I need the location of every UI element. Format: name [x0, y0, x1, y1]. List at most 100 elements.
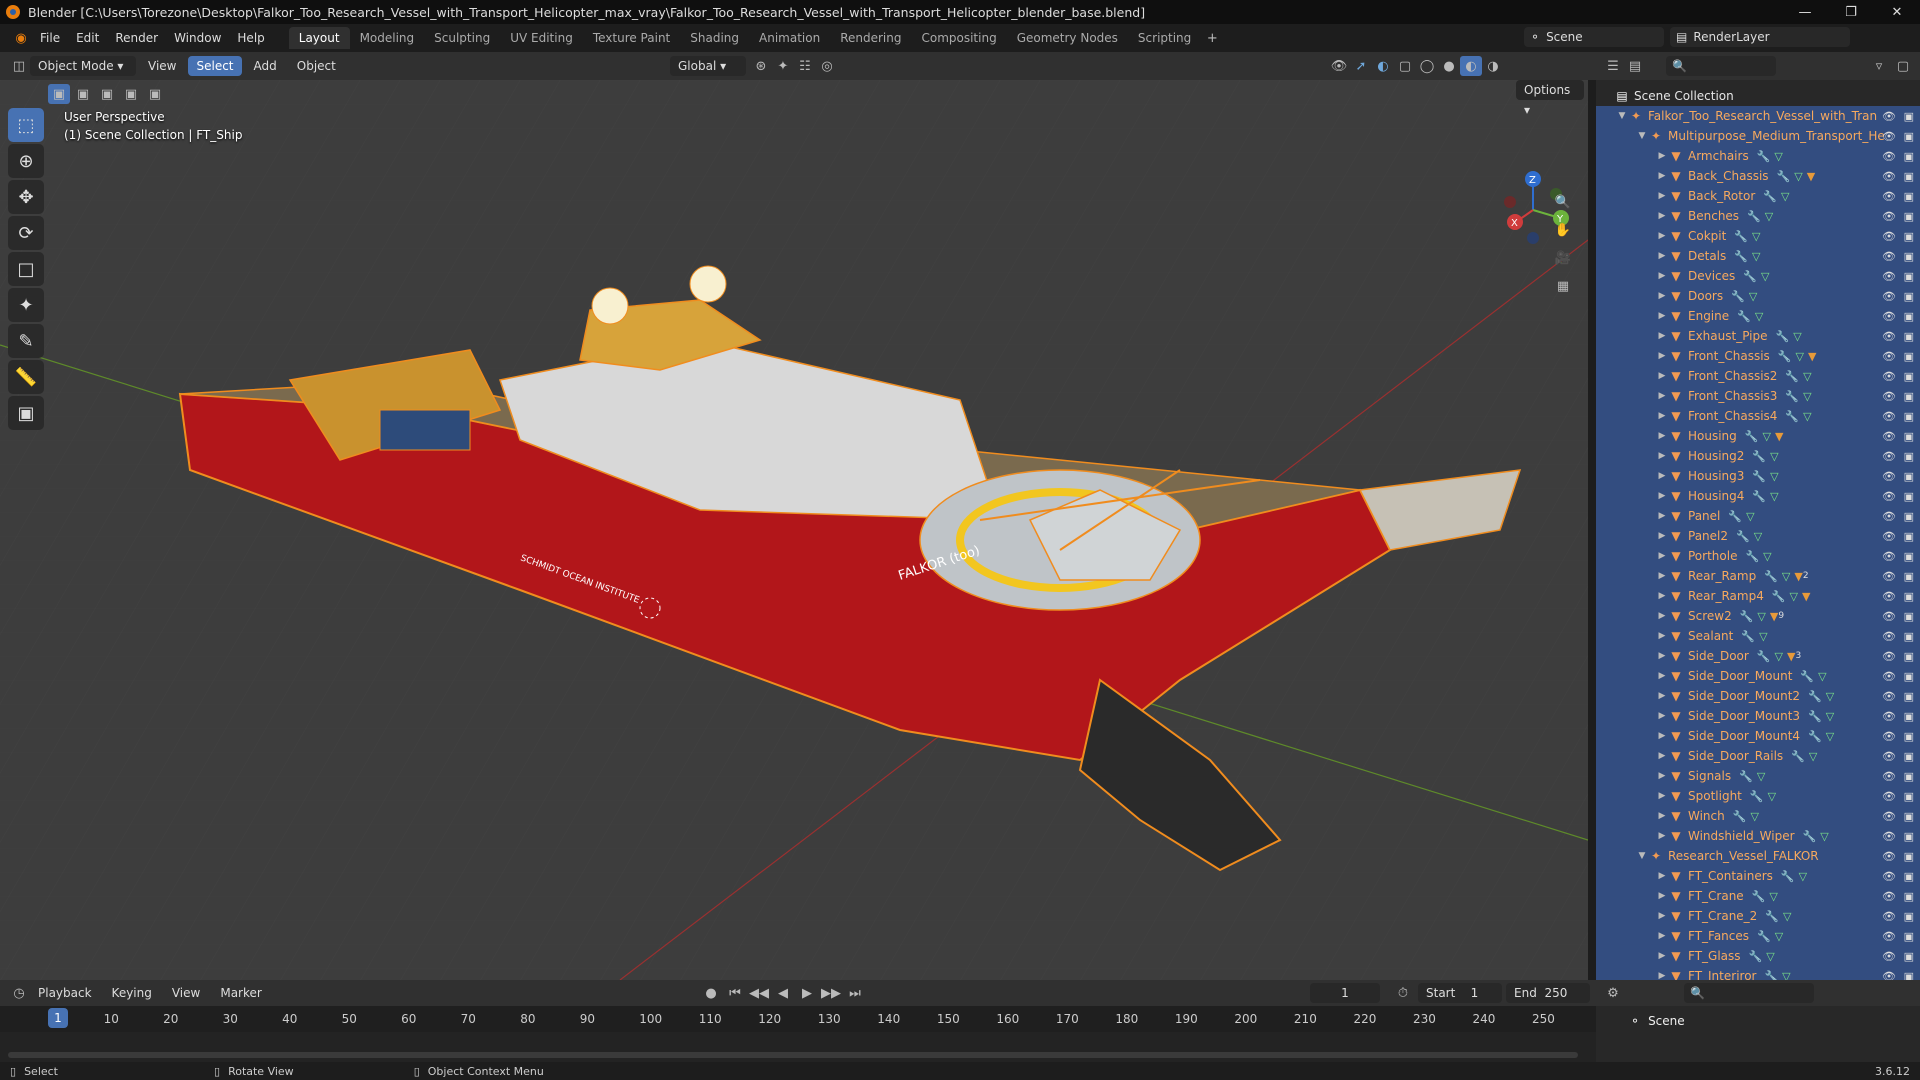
camera-icon[interactable]: ▣: [1904, 210, 1914, 223]
expand-arrow-icon[interactable]: ▶: [1656, 171, 1668, 181]
camera-icon[interactable]: ▣: [1904, 130, 1914, 143]
timeline-view-menu[interactable]: View: [164, 983, 208, 1003]
cursor-tool-icon[interactable]: ⊕: [8, 144, 44, 178]
camera-icon[interactable]: ▣: [1904, 150, 1914, 163]
outliner-search-input[interactable]: 🔍: [1666, 56, 1776, 76]
tab-scripting[interactable]: Scripting: [1128, 27, 1201, 49]
camera-icon[interactable]: ▣: [1904, 290, 1914, 303]
menu-edit[interactable]: Edit: [68, 27, 107, 49]
end-frame-field[interactable]: End 250: [1506, 983, 1590, 1003]
eye-icon[interactable]: 👁: [1882, 530, 1896, 543]
mode-dropdown[interactable]: Object Mode ▾: [30, 56, 136, 76]
expand-arrow-icon[interactable]: ▼: [1616, 111, 1628, 121]
camera-icon[interactable]: ▣: [1904, 510, 1914, 523]
expand-arrow-icon[interactable]: ▶: [1656, 391, 1668, 401]
eye-icon[interactable]: 👁: [1882, 190, 1896, 203]
tab-layout[interactable]: Layout: [288, 27, 350, 49]
camera-icon[interactable]: ▣: [1904, 830, 1914, 843]
expand-arrow-icon[interactable]: ▶: [1656, 691, 1668, 701]
expand-arrow-icon[interactable]: ▶: [1656, 871, 1668, 881]
blender-menu-icon[interactable]: ◉: [10, 28, 32, 48]
timeline-editor-icon[interactable]: ◷: [8, 983, 30, 1003]
eye-icon[interactable]: 👁: [1882, 750, 1896, 763]
eye-icon[interactable]: 👁: [1882, 250, 1896, 263]
material-shading-icon[interactable]: ◐: [1460, 56, 1482, 76]
prev-keyframe-icon[interactable]: ◀◀: [748, 983, 770, 1003]
gizmo-neg-z[interactable]: [1527, 232, 1539, 244]
view-menu[interactable]: View: [140, 56, 184, 76]
camera-icon[interactable]: ▣: [1904, 570, 1914, 583]
expand-arrow-icon[interactable]: ▶: [1656, 551, 1668, 561]
camera-icon[interactable]: ▣: [1904, 650, 1914, 663]
outliner-item[interactable]: ▶ ▼ Front_Chassis2 🔧 ▽ 👁 ▣: [1596, 366, 1920, 386]
eye-icon[interactable]: 👁: [1882, 930, 1896, 943]
eye-icon[interactable]: 👁: [1882, 390, 1896, 403]
eye-icon[interactable]: 👁: [1882, 810, 1896, 823]
eye-icon[interactable]: 👁: [1882, 950, 1896, 963]
ortho-grid-icon[interactable]: ▦: [1552, 276, 1574, 296]
solid-shading-icon[interactable]: ●: [1438, 56, 1460, 76]
menu-window[interactable]: Window: [166, 27, 229, 49]
eye-icon[interactable]: 👁: [1882, 910, 1896, 923]
expand-arrow-icon[interactable]: ▶: [1656, 351, 1668, 361]
expand-arrow-icon[interactable]: ▶: [1656, 291, 1668, 301]
outliner-item[interactable]: ▶ ▼ Winch 🔧 ▽ 👁 ▣: [1596, 806, 1920, 826]
filter-icon[interactable]: ▿: [1868, 56, 1890, 76]
tab-sculpting[interactable]: Sculpting: [424, 27, 500, 49]
eye-icon[interactable]: 👁: [1882, 150, 1896, 163]
eye-icon[interactable]: 👁: [1882, 210, 1896, 223]
outliner-item[interactable]: ▶ ▼ Detals 🔧 ▽ 👁 ▣: [1596, 246, 1920, 266]
expand-arrow-icon[interactable]: ▶: [1656, 251, 1668, 261]
measure-tool-icon[interactable]: 📏: [8, 360, 44, 394]
close-button[interactable]: ✕: [1874, 0, 1920, 24]
eye-icon[interactable]: 👁: [1882, 670, 1896, 683]
outliner-item[interactable]: ▶ ▼ Armchairs 🔧 ▽ 👁 ▣: [1596, 146, 1920, 166]
gizmo-icon[interactable]: ➚: [1350, 56, 1372, 76]
proportional-edit-icon[interactable]: ◎: [816, 56, 838, 76]
scene-selector[interactable]: ⚬ Scene: [1524, 27, 1664, 47]
tab-geometry-nodes[interactable]: Geometry Nodes: [1007, 27, 1128, 49]
outliner-item[interactable]: ▶ ▼ Housing3 🔧 ▽ 👁 ▣: [1596, 466, 1920, 486]
outliner-item[interactable]: ▶ ▼ FT_Crane_2 🔧 ▽ 👁 ▣: [1596, 906, 1920, 926]
eye-icon[interactable]: 👁: [1882, 710, 1896, 723]
expand-arrow-icon[interactable]: ▶: [1656, 571, 1668, 581]
eye-icon[interactable]: 👁: [1882, 270, 1896, 283]
rotate-tool-icon[interactable]: ⟳: [8, 216, 44, 250]
expand-arrow-icon[interactable]: ▶: [1656, 951, 1668, 961]
add-workspace-icon[interactable]: +: [1201, 28, 1223, 48]
camera-icon[interactable]: ▣: [1904, 870, 1914, 883]
expand-arrow-icon[interactable]: ▶: [1656, 531, 1668, 541]
camera-icon[interactable]: ▣: [1904, 170, 1914, 183]
camera-icon[interactable]: ▣: [1904, 390, 1914, 403]
eye-icon[interactable]: 👁: [1882, 330, 1896, 343]
expand-arrow-icon[interactable]: ▶: [1656, 831, 1668, 841]
eye-icon[interactable]: 👁: [1882, 830, 1896, 843]
add-menu[interactable]: Add: [246, 56, 285, 76]
expand-arrow-icon[interactable]: ▶: [1656, 811, 1668, 821]
eye-icon[interactable]: 👁: [1882, 430, 1896, 443]
select-intersect-icon[interactable]: ▣: [144, 84, 166, 104]
expand-arrow-icon[interactable]: ▶: [1656, 371, 1668, 381]
camera-icon[interactable]: ▣: [1904, 530, 1914, 543]
eye-icon[interactable]: 👁: [1882, 590, 1896, 603]
visibility-icon[interactable]: 👁: [1328, 56, 1350, 76]
camera-icon[interactable]: ▣: [1904, 850, 1914, 863]
expand-arrow-icon[interactable]: ▶: [1656, 231, 1668, 241]
eye-icon[interactable]: 👁: [1882, 130, 1896, 143]
camera-icon[interactable]: ▣: [1904, 770, 1914, 783]
eye-icon[interactable]: 👁: [1882, 650, 1896, 663]
camera-icon[interactable]: ▣: [1904, 590, 1914, 603]
expand-arrow-icon[interactable]: ▼: [1636, 851, 1648, 861]
expand-arrow-icon[interactable]: ▶: [1656, 431, 1668, 441]
eye-icon[interactable]: 👁: [1882, 630, 1896, 643]
camera-icon[interactable]: ▣: [1904, 330, 1914, 343]
eye-icon[interactable]: 👁: [1882, 350, 1896, 363]
eye-icon[interactable]: 👁: [1882, 310, 1896, 323]
outliner-item[interactable]: ▶ ▼ Porthole 🔧 ▽ 👁 ▣: [1596, 546, 1920, 566]
keying-menu[interactable]: Keying: [104, 983, 160, 1003]
select-box-tool-icon[interactable]: ⬚: [8, 108, 44, 142]
outliner-collection-research-vessel[interactable]: ▼ ✦ Research_Vessel_FALKOR 👁 ▣: [1596, 846, 1920, 866]
select-subtract-icon[interactable]: ▣: [96, 84, 118, 104]
outliner-item[interactable]: ▶ ▼ Exhaust_Pipe 🔧 ▽ 👁 ▣: [1596, 326, 1920, 346]
eye-icon[interactable]: 👁: [1882, 690, 1896, 703]
